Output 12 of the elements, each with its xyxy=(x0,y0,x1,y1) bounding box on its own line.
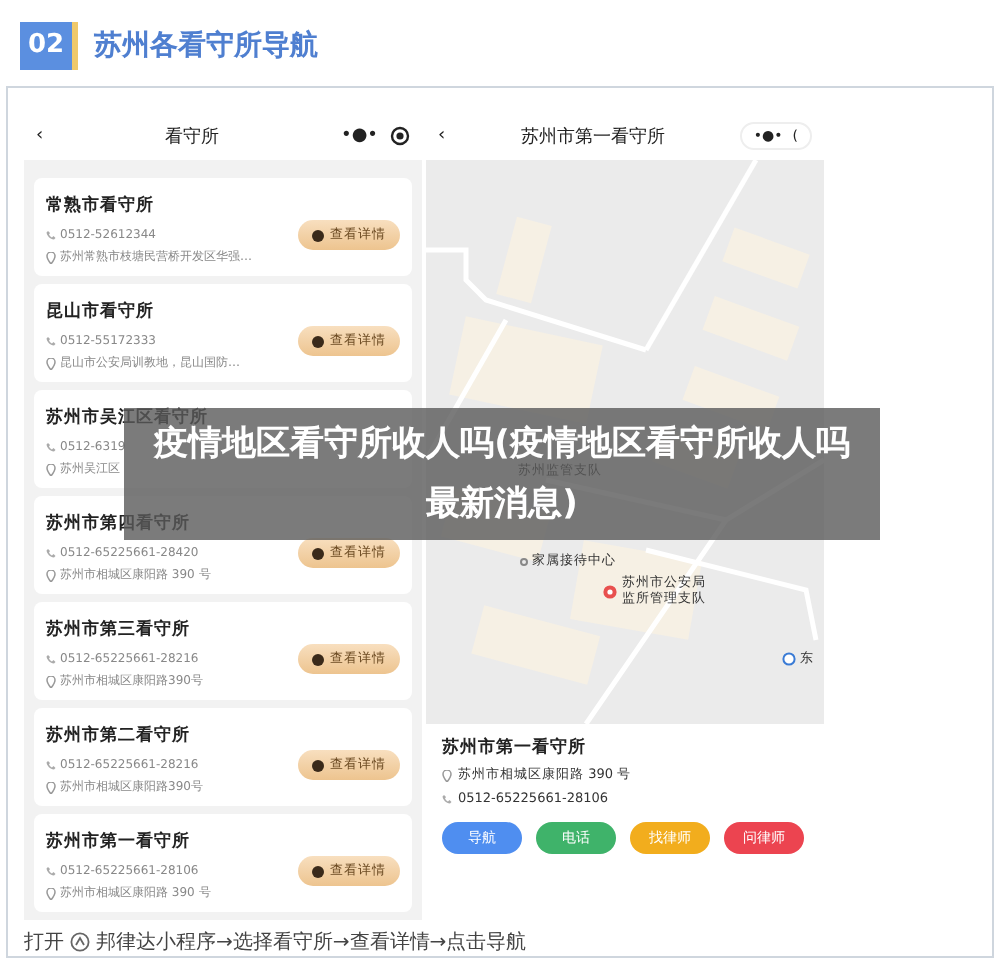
prison-name: 常熟市看守所 xyxy=(46,194,156,218)
caption-text: 打开 xyxy=(24,929,64,956)
prison-name: 昆山市看守所 xyxy=(46,300,156,324)
screen-title: 苏州市第一看守所 xyxy=(518,125,667,149)
caption-text: 邦律达小程序→选择看守所→查看详情→点击导航 xyxy=(96,929,527,956)
prison-name: 苏州市第一看守所 xyxy=(442,736,588,760)
prison-name: 苏州市第二看守所 xyxy=(46,724,192,748)
section-title: 苏州各看守所导航 xyxy=(94,27,318,63)
section-number: 02 xyxy=(20,21,78,69)
prison-name: 苏州市第三看守所 xyxy=(46,618,192,642)
prison-name: 苏州市第一看守所 xyxy=(46,830,192,854)
screen-title: 看守所 xyxy=(163,125,222,149)
